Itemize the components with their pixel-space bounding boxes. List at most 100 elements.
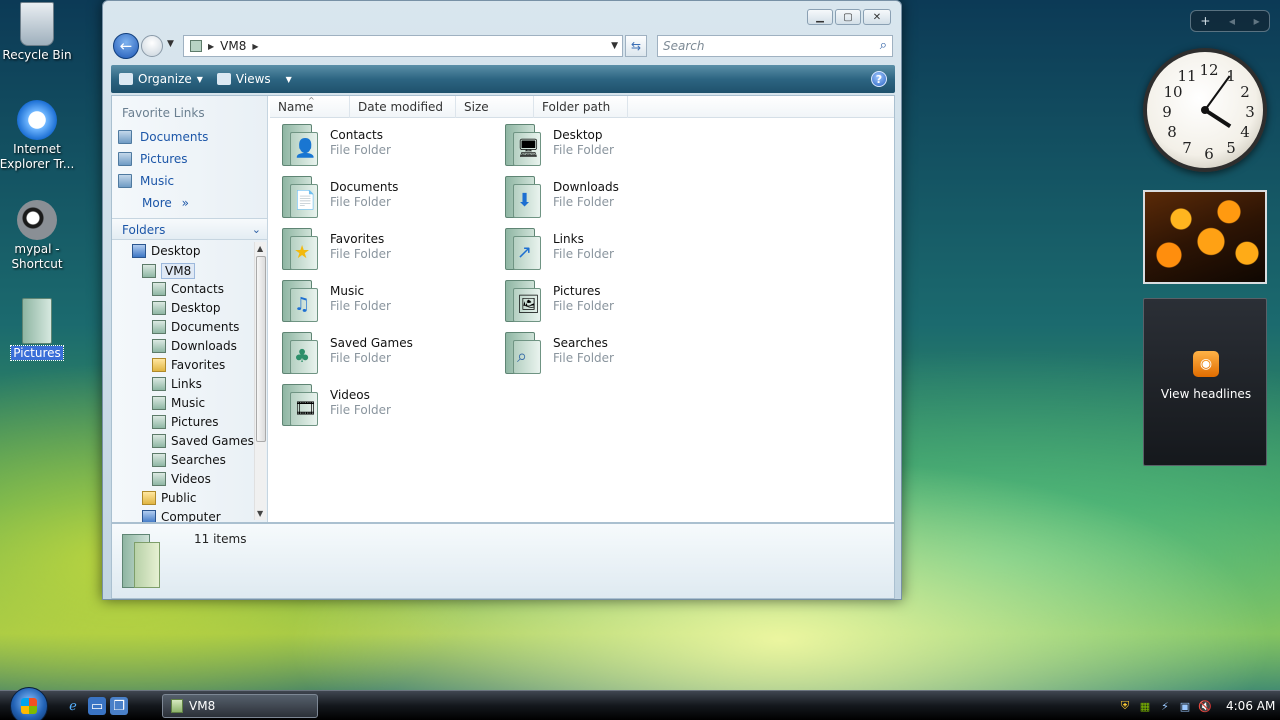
- raccoon-icon: [17, 200, 57, 240]
- tree-item-vm8[interactable]: VM8: [142, 263, 196, 279]
- tree-item-saved-games[interactable]: Saved Games: [152, 434, 254, 448]
- slideshow-gadget[interactable]: [1143, 190, 1267, 284]
- scroll-up-icon[interactable]: ▲: [257, 244, 263, 253]
- music-icon: ♫: [280, 278, 322, 324]
- games-icon: ♣: [280, 330, 322, 376]
- tree-item-pictures[interactable]: Pictures: [152, 415, 219, 429]
- chevron-down-icon[interactable]: ▼: [611, 41, 618, 51]
- column-header-name[interactable]: Name ^: [270, 96, 350, 118]
- start-button[interactable]: [10, 687, 48, 720]
- file-item[interactable]: 🎞 Videos File Folder: [280, 382, 500, 430]
- taskbar-button-label: VM8: [189, 699, 216, 713]
- tree-item-links[interactable]: Links: [152, 377, 202, 391]
- clock-gadget[interactable]: 12 1 2 3 4 5 6 7 8 9 10 11: [1143, 48, 1267, 172]
- folder-icon: [152, 301, 166, 315]
- clock-time[interactable]: 4:06 AM: [1226, 699, 1275, 713]
- file-item[interactable]: ↗ Links File Folder: [503, 226, 723, 274]
- tree-item-documents[interactable]: Documents: [152, 320, 239, 334]
- tree-item-desktop[interactable]: Desktop: [132, 244, 201, 258]
- file-type: File Folder: [553, 195, 614, 209]
- tree-item-music[interactable]: Music: [152, 396, 205, 410]
- file-item[interactable]: 👤 Contacts File Folder: [280, 122, 500, 170]
- organize-button[interactable]: Organize ▼: [119, 72, 203, 86]
- back-button[interactable]: ←: [113, 33, 139, 59]
- more-links-button[interactable]: More »: [142, 196, 189, 210]
- address-segment[interactable]: VM8: [220, 39, 246, 53]
- column-header-label: Folder path: [542, 100, 611, 114]
- chevron-right-icon[interactable]: ▸: [1254, 14, 1260, 28]
- close-button[interactable]: ✕: [863, 9, 891, 25]
- scroll-down-icon[interactable]: ▼: [257, 509, 263, 518]
- file-item[interactable]: ♫ Music File Folder: [280, 278, 500, 326]
- tree-item-contacts[interactable]: Contacts: [152, 282, 224, 296]
- favorite-link-documents[interactable]: Documents: [118, 130, 208, 144]
- search-icon[interactable]: ⌕: [880, 38, 887, 53]
- desktop-icon-recycle-bin[interactable]: Recycle Bin: [0, 2, 77, 63]
- feed-headlines-gadget[interactable]: ◉ View headlines: [1143, 298, 1267, 466]
- tree-item-downloads[interactable]: Downloads: [152, 339, 237, 353]
- item-count: 11 items: [194, 532, 247, 546]
- switch-windows-icon: ❐: [113, 698, 125, 714]
- chevron-right-icon[interactable]: ▶: [208, 42, 214, 51]
- network-icon[interactable]: ⚡: [1158, 699, 1172, 713]
- tree-item-videos[interactable]: Videos: [152, 472, 211, 486]
- file-item[interactable]: ♣ Saved Games File Folder: [280, 330, 500, 378]
- content-area: Favorite Links Documents Pictures Music …: [111, 95, 895, 523]
- favorite-link-music[interactable]: Music: [118, 174, 174, 188]
- tree-item-public[interactable]: Public: [142, 491, 197, 505]
- desktop-icon-internet-explorer[interactable]: Internet Explorer Tr...: [0, 100, 77, 172]
- chevron-right-icon[interactable]: ▶: [252, 42, 258, 51]
- volume-muted-icon[interactable]: 🔇: [1198, 699, 1212, 713]
- tree-item-label: Links: [171, 377, 202, 391]
- view-headlines-link[interactable]: View headlines: [1144, 387, 1268, 401]
- desktop-icon-pictures[interactable]: Pictures: [0, 298, 77, 361]
- file-item[interactable]: 🖥 Desktop File Folder: [503, 122, 723, 170]
- refresh-button[interactable]: ⇆: [625, 35, 647, 57]
- quicklaunch-show-desktop[interactable]: ▭: [88, 697, 106, 715]
- file-item[interactable]: 📄 Documents File Folder: [280, 174, 500, 222]
- display-icon[interactable]: ▣: [1178, 699, 1192, 713]
- windows-tray-icon[interactable]: ▦: [1138, 699, 1152, 713]
- address-bar[interactable]: ▶ VM8 ▶ ▼: [183, 35, 623, 57]
- explorer-window: ▁ ▢ ✕ ← ▼ ▶ VM8 ▶ ▼ ⇆ Search ⌕ Organize …: [102, 0, 902, 600]
- tree-item-label: Computer: [161, 510, 221, 522]
- minimize-button[interactable]: ▁: [807, 9, 833, 25]
- help-button[interactable]: ?: [871, 71, 887, 87]
- views-button[interactable]: Views ▼: [216, 72, 292, 86]
- favorite-link-pictures[interactable]: Pictures: [118, 152, 188, 166]
- file-item[interactable]: ⬇ Downloads File Folder: [503, 174, 723, 222]
- chevron-left-icon[interactable]: ◂: [1229, 14, 1235, 28]
- desktop-icon-mypal-shortcut[interactable]: mypal - Shortcut: [0, 200, 77, 272]
- recent-pages-dropdown[interactable]: ▼: [167, 39, 174, 49]
- show-desktop-icon: ▭: [90, 698, 104, 714]
- quicklaunch-internet-explorer[interactable]: ℯ: [64, 697, 82, 715]
- tree-item-label: Desktop: [151, 244, 201, 258]
- tree-item-label: Music: [171, 396, 206, 410]
- forward-button[interactable]: [141, 35, 163, 57]
- file-item[interactable]: ⌕ Searches File Folder: [503, 330, 723, 378]
- maximize-button[interactable]: ▢: [835, 9, 861, 25]
- quicklaunch-switch-windows[interactable]: ❐: [110, 697, 128, 715]
- file-name: Searches: [553, 336, 608, 350]
- tree-item-desktop-sub[interactable]: Desktop: [152, 301, 221, 315]
- recycle-bin-icon: [20, 2, 54, 46]
- tree-item-favorites[interactable]: Favorites: [152, 358, 225, 372]
- taskbar-button-vm8[interactable]: VM8: [162, 694, 318, 718]
- search-input[interactable]: Search ⌕: [657, 35, 893, 57]
- column-header-date-modified[interactable]: Date modified: [350, 96, 456, 118]
- scrollbar-thumb[interactable]: [256, 256, 266, 442]
- tree-item-computer[interactable]: Computer: [142, 510, 221, 522]
- file-item[interactable]: 🖼 Pictures File Folder: [503, 278, 723, 326]
- tree-scrollbar[interactable]: ▲ ▼: [254, 242, 266, 520]
- internet-explorer-icon: ℯ: [69, 698, 77, 714]
- shield-icon[interactable]: ⛨: [1118, 699, 1132, 713]
- column-header-size[interactable]: Size: [456, 96, 534, 118]
- file-item[interactable]: ★ Favorites File Folder: [280, 226, 500, 274]
- column-header-folder-path[interactable]: Folder path: [534, 96, 628, 118]
- add-gadget-icon[interactable]: +: [1200, 14, 1210, 28]
- folders-toggle[interactable]: Folders ⌄: [112, 218, 267, 240]
- tree-item-searches[interactable]: Searches: [152, 453, 226, 467]
- views-label: Views: [235, 72, 271, 86]
- documents-icon: [118, 130, 132, 144]
- file-type: File Folder: [330, 351, 391, 365]
